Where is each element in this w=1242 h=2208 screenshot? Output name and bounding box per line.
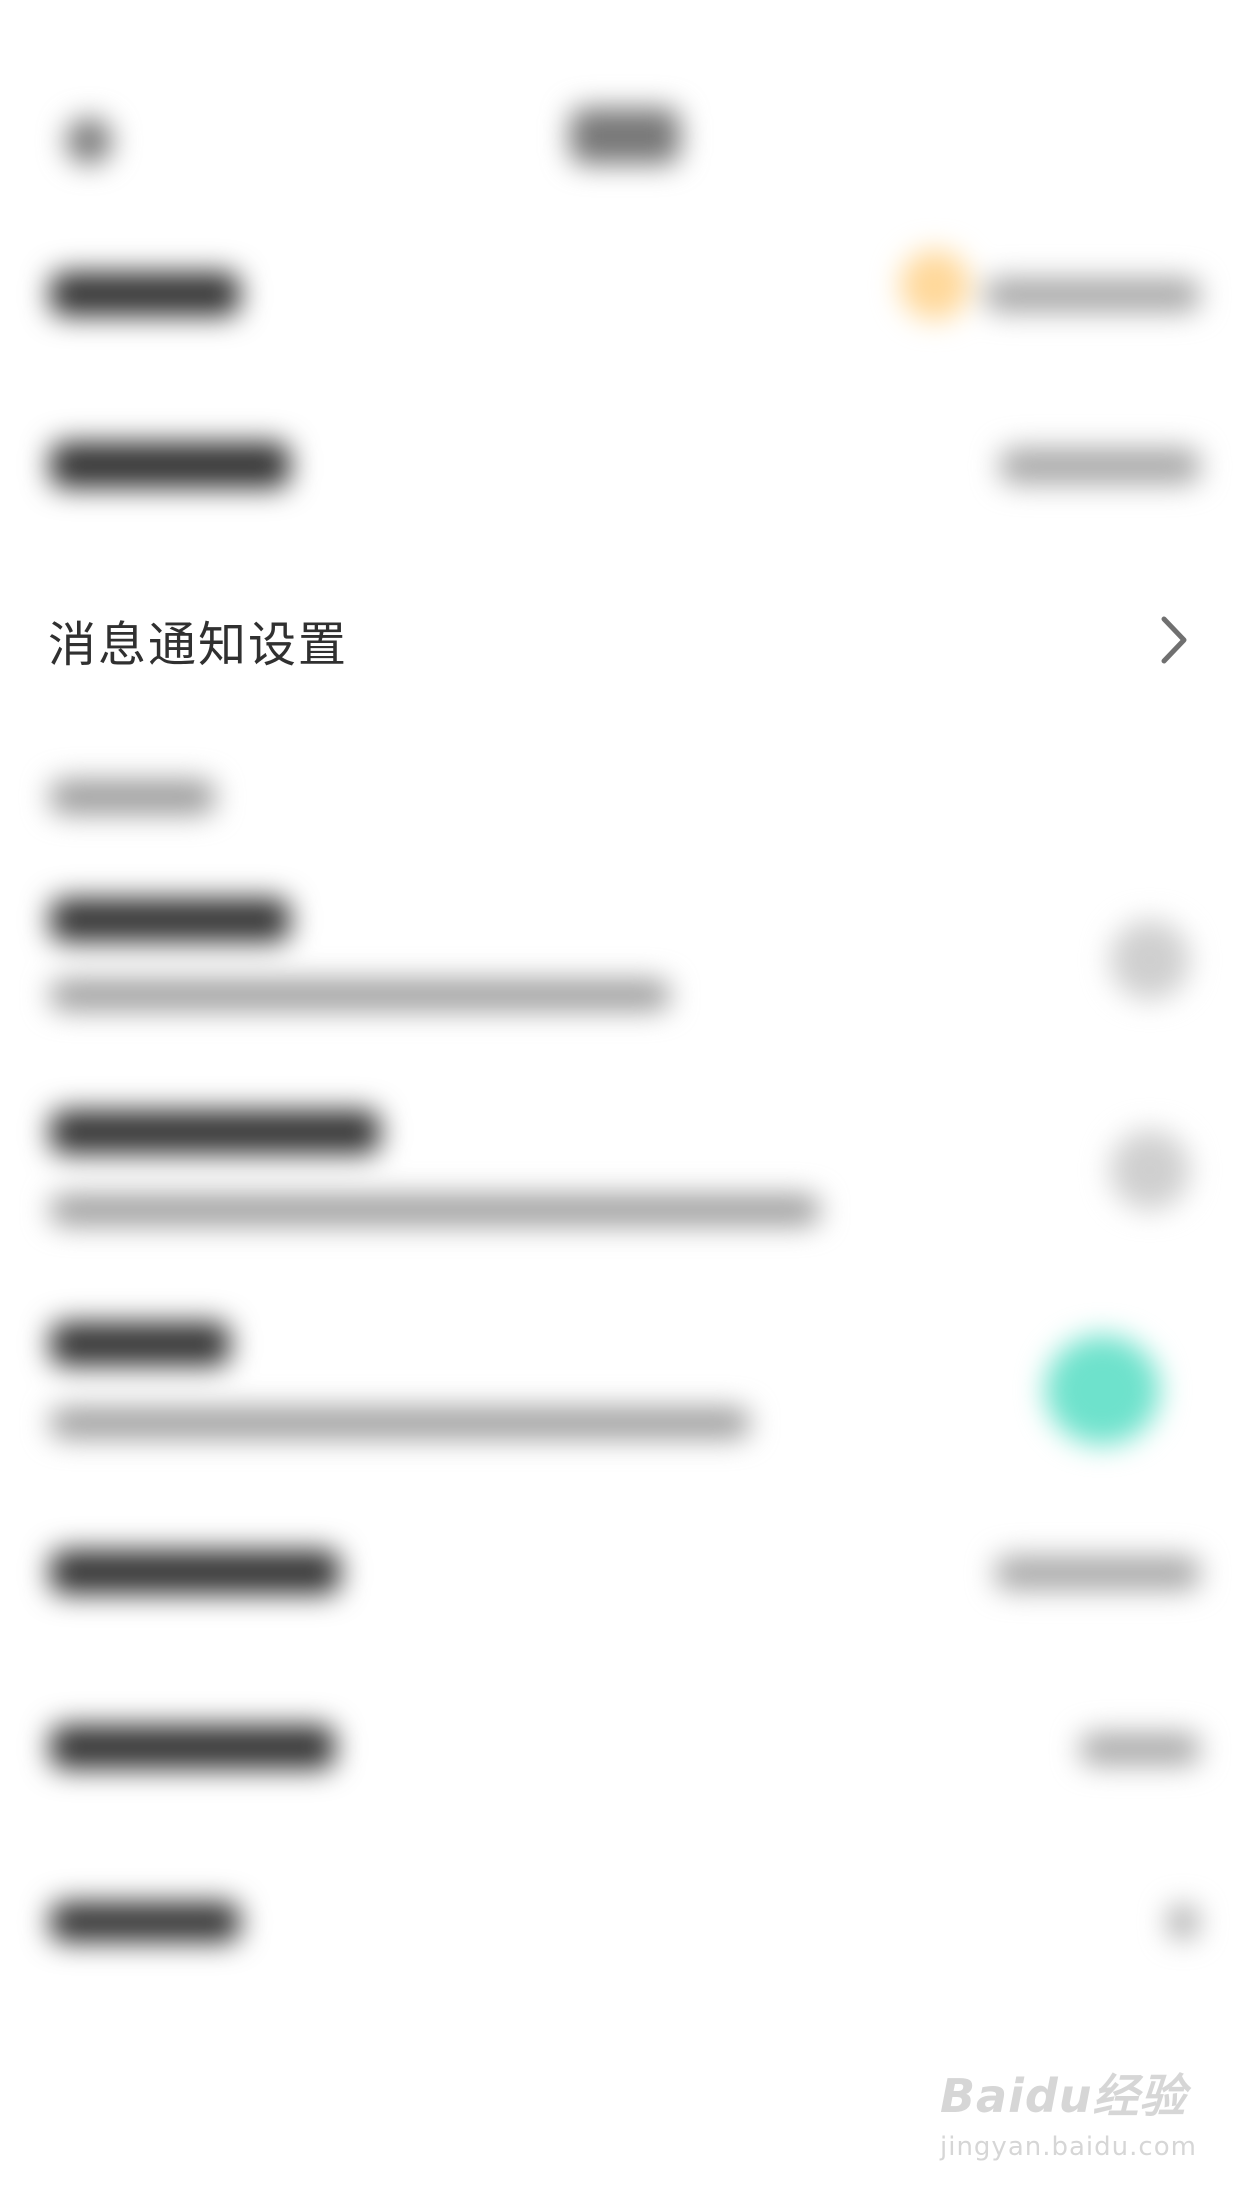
- row-9-label-blur: [50, 1902, 240, 1942]
- notification-settings-label: 消息通知设置: [48, 617, 349, 673]
- row-1-label-blur: [50, 272, 240, 316]
- row-1-value-blur: [985, 278, 1200, 312]
- row-7-value-blur: [995, 1556, 1200, 1590]
- row-8-label-blur: [50, 1725, 335, 1769]
- row-8-value-blur: [1080, 1733, 1200, 1765]
- row-1-orange-dot: [900, 250, 970, 320]
- blurred-background: [0, 0, 1242, 2208]
- section-header-blur: [50, 780, 215, 814]
- row-9-value-blur: [1168, 1905, 1198, 1939]
- row-5-label-blur: [50, 1110, 380, 1154]
- row-6-desc-blur: [50, 1408, 750, 1438]
- row-5-toggle-blur: [1110, 1130, 1190, 1210]
- row-6-label-blur: [50, 1322, 230, 1366]
- row-2-label-blur: [50, 442, 290, 488]
- notification-settings-row[interactable]: 消息通知设置: [0, 590, 1242, 690]
- baidu-jingyan-watermark: Baidu经验 jingyan.baidu.com: [940, 2060, 1200, 2190]
- chevron-right-icon: [1154, 610, 1194, 670]
- row-4-label-blur: [50, 898, 290, 942]
- row-4-toggle-blur: [1110, 920, 1190, 1000]
- row-5-desc-blur: [50, 1195, 820, 1225]
- header-title-blur: [570, 108, 680, 164]
- settings-screen: 消息通知设置 Baidu经验 jingyan.baidu.com: [0, 0, 1242, 2208]
- row-6-toggle-blur: [1045, 1335, 1160, 1445]
- watermark-logo-text: Baidu经验: [940, 2069, 1187, 2123]
- watermark-domain-text: jingyan.baidu.com: [940, 2132, 1197, 2162]
- row-2-value-blur: [1000, 448, 1200, 484]
- row-7-label-blur: [50, 1550, 340, 1594]
- back-icon: [66, 118, 112, 164]
- row-4-desc-blur: [50, 980, 670, 1010]
